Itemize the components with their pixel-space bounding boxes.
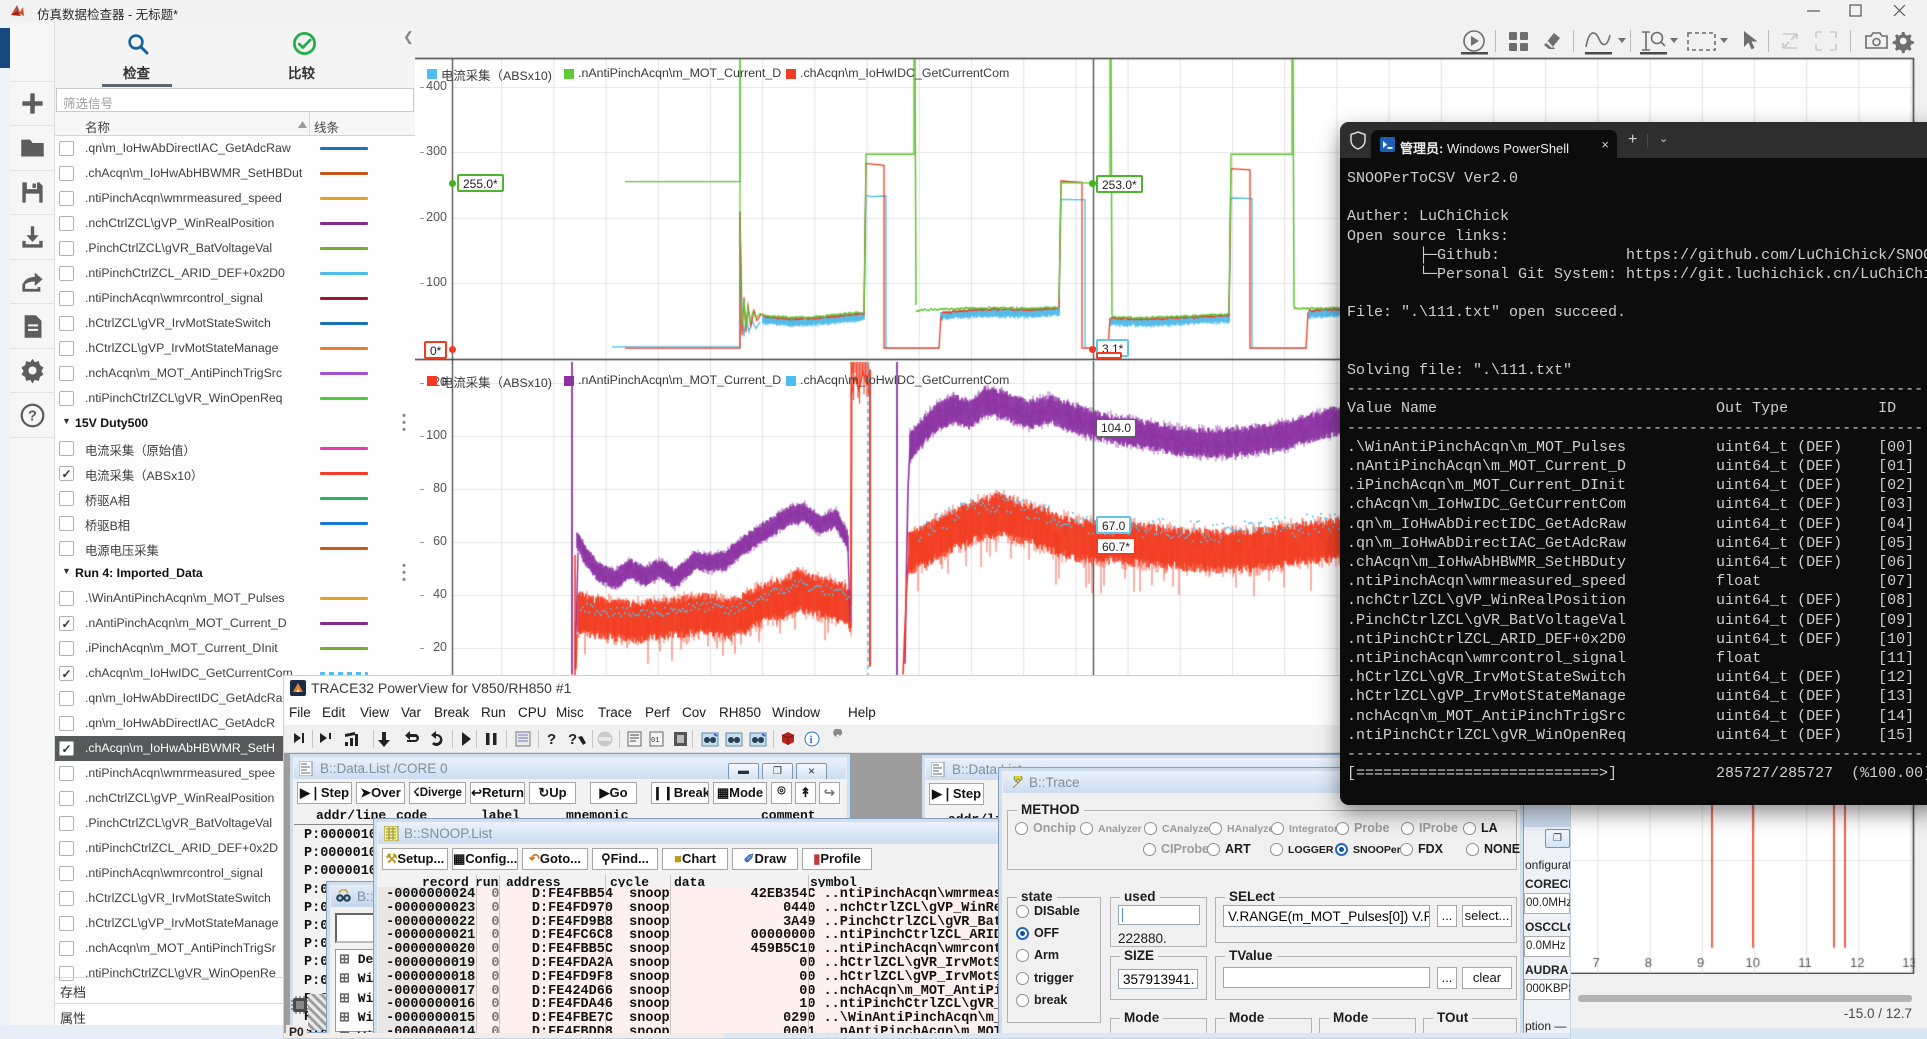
svg-text:?: ?: [28, 409, 37, 425]
svg-text:i: i: [810, 734, 813, 746]
svg-text:?: ?: [568, 731, 577, 748]
svg-text:?: ?: [547, 731, 556, 748]
svg-text:01: 01: [651, 737, 659, 745]
